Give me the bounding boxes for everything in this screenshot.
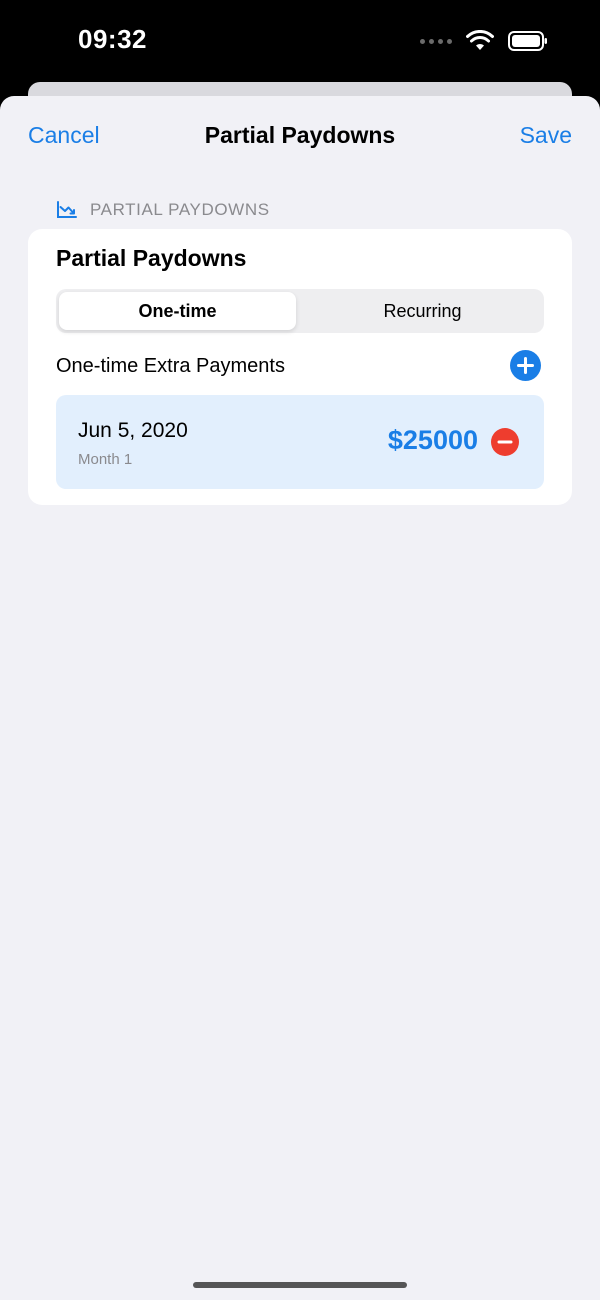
cellular-signal-icon [420, 38, 452, 44]
status-bar: 09:32 [0, 0, 600, 84]
wifi-icon [466, 30, 494, 50]
list-item[interactable]: Jun 5, 2020 Month 1 $25000 [56, 395, 544, 489]
navigation-bar: Cancel Partial Paydowns Save [0, 96, 600, 176]
home-indicator[interactable] [193, 1282, 407, 1288]
payment-amount: $25000 [387, 425, 478, 455]
section-header: PARTIAL PAYDOWNS [56, 200, 270, 220]
battery-icon [508, 31, 547, 51]
save-button[interactable]: Save [520, 122, 572, 149]
section-header-label: PARTIAL PAYDOWNS [90, 200, 270, 219]
modal-sheet: Cancel Partial Paydowns Save PARTIAL PAY… [0, 96, 600, 1300]
payment-type-segmented-control: One-time Recurring [56, 289, 544, 333]
payment-month: Month 1 [78, 451, 133, 468]
segment-recurring[interactable]: Recurring [304, 292, 541, 330]
plus-icon [517, 357, 534, 374]
card-title: Partial Paydowns [56, 245, 247, 271]
payment-date: Jun 5, 2020 [78, 419, 188, 442]
segment-one-time[interactable]: One-time [59, 292, 296, 330]
add-payment-button[interactable] [510, 350, 541, 381]
partial-paydowns-card: Partial Paydowns One-time Recurring One-… [28, 229, 572, 505]
minus-icon [497, 440, 513, 444]
page-title: Partial Paydowns [204, 122, 396, 148]
chart-line-downtrend-icon [57, 201, 77, 218]
remove-payment-button[interactable] [491, 428, 519, 456]
list-header: One-time Extra Payments [56, 355, 285, 377]
status-icons [420, 28, 548, 54]
status-time: 09:32 [78, 24, 147, 54]
